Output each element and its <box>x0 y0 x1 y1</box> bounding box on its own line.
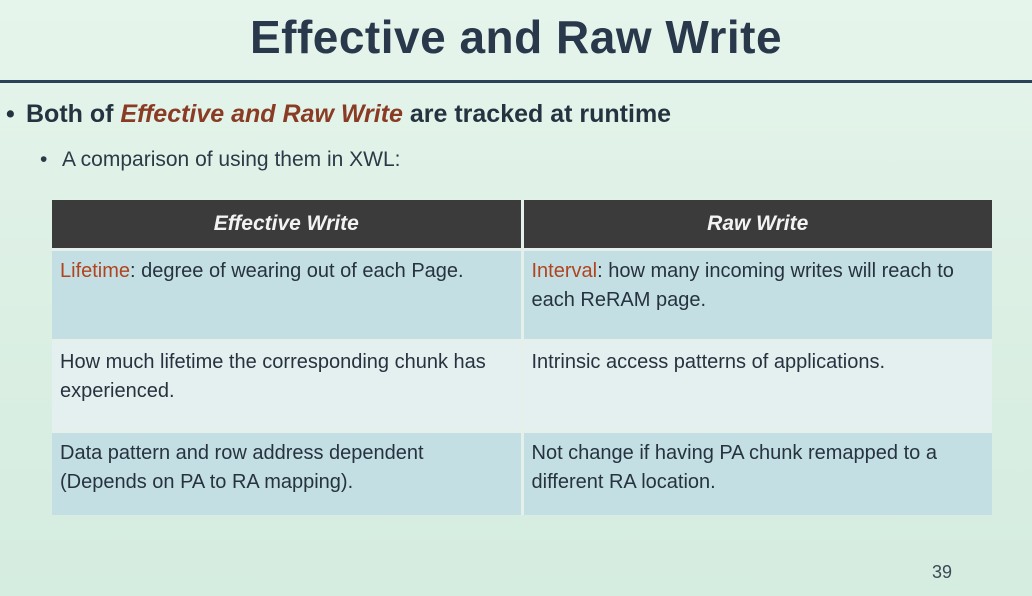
bullet-main: • Both of Effective and Raw Write are tra… <box>6 100 671 129</box>
interval-term: Interval <box>531 260 598 282</box>
cell-effective-lifetime: Lifetime: degree of wearing out of each … <box>52 248 524 341</box>
page-number: 39 <box>931 562 952 582</box>
table-row: How much lifetime the corresponding chun… <box>52 339 992 432</box>
cell-raw-interval: Interval: how many incoming writes will … <box>522 248 992 341</box>
table-row: Data pattern and row address dependent (… <box>52 430 992 515</box>
table-row: Lifetime: degree of wearing out of each … <box>52 248 992 341</box>
header-raw-write: Raw Write <box>522 200 992 250</box>
bullet-main-emphasis: Effective and Raw Write <box>120 100 403 128</box>
slide: Effective and Raw Write • Both of Effecti… <box>0 0 1032 596</box>
cell-raw-3: Not change if having PA chunk remapped t… <box>522 430 992 515</box>
cell-effective-2: How much lifetime the corresponding chun… <box>52 339 524 432</box>
table-header-row: Effective Write Raw Write <box>52 200 992 250</box>
cell-raw-2: Intrinsic access patterns of application… <box>522 339 992 432</box>
bullet-dot-icon: • <box>6 100 15 128</box>
bullet-main-suffix: are tracked at runtime <box>402 100 672 128</box>
bullet-main-prefix: Both of <box>26 100 121 128</box>
bullet-sub: • A comparison of using them in XWL: <box>40 148 401 172</box>
cell-effective-3: Data pattern and row address dependent (… <box>52 430 524 515</box>
slide-title: Effective and Raw Write <box>249 11 783 63</box>
lifetime-term: Lifetime <box>60 260 131 282</box>
header-effective-write: Effective Write <box>52 200 524 250</box>
lifetime-definition: : degree of wearing out of each Page. <box>130 260 464 282</box>
bullet-dot-icon: • <box>40 148 48 171</box>
bullet-sub-text: A comparison of using them in XWL: <box>62 148 401 171</box>
comparison-table: Effective Write Raw Write Lifetime: degr… <box>52 200 992 515</box>
title-divider <box>0 80 1032 83</box>
